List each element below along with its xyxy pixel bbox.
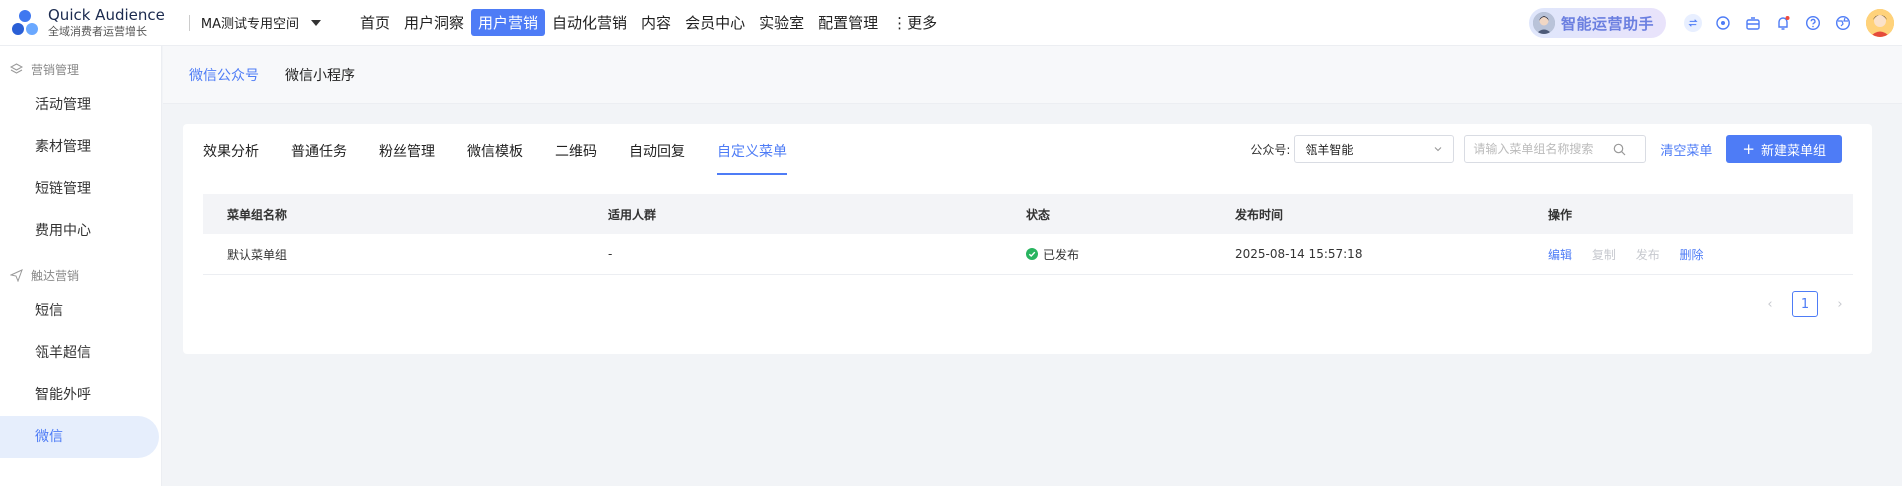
help-icon[interactable]	[1804, 14, 1822, 32]
page-number[interactable]: 1	[1792, 291, 1818, 317]
sidebar-item-wechat[interactable]: 微信	[0, 416, 159, 458]
column-header-publish-time: 发布时间	[1235, 207, 1284, 222]
column-header-name: 菜单组名称	[227, 207, 288, 222]
cell-publish-time: 2025-08-14 15:57:18	[1235, 247, 1363, 261]
nav-item-home[interactable]: 首页	[353, 9, 397, 36]
layers-icon	[10, 62, 23, 74]
column-header-audience: 适用人群	[608, 207, 657, 222]
sidebar-item-sms[interactable]: 短信	[0, 290, 161, 332]
brand-title: Quick Audience	[48, 6, 165, 25]
channel-subtabs: 微信公众号 微信小程序	[163, 46, 1902, 104]
sidebar-item-smart-call[interactable]: 智能外呼	[0, 374, 161, 416]
tab-wechat-templates[interactable]: 微信模板	[467, 141, 523, 175]
caret-down-icon	[310, 19, 321, 26]
nav-item-member-center[interactable]: 会员中心	[678, 9, 752, 36]
prev-page-icon[interactable]: ‹	[1758, 297, 1782, 312]
tab-normal-tasks[interactable]: 普通任务	[291, 141, 347, 175]
sidebar-group-label: 触达营销	[31, 268, 80, 283]
tab-effect-analysis[interactable]: 效果分析	[203, 141, 259, 175]
delete-action[interactable]: 删除	[1680, 248, 1704, 262]
new-menu-group-button[interactable]: + 新建菜单组	[1726, 135, 1842, 163]
pagination: ‹ 1 ›	[1758, 291, 1852, 317]
brand-logo[interactable]: Quick Audience 全域消费者运营增长	[10, 7, 165, 38]
check-circle-icon	[1026, 248, 1038, 260]
cell-status: 已发布	[1026, 246, 1235, 263]
sidebar-item-super-message[interactable]: 瓴羊超信	[0, 332, 161, 374]
search-input[interactable]	[1473, 142, 1614, 156]
search-icon[interactable]	[1613, 143, 1626, 156]
tab-auto-reply[interactable]: 自动回复	[629, 141, 685, 175]
account-label: 公众号:	[1250, 142, 1291, 157]
clear-menu-link[interactable]: 清空菜单	[1660, 140, 1712, 159]
switch-icon[interactable]	[1684, 14, 1702, 32]
sidebar-group-label: 营销管理	[31, 62, 80, 77]
quick-audience-logo-icon	[10, 8, 40, 38]
feature-tabs: 效果分析 普通任务 粉丝管理 微信模板 二维码 自动回复 自定义菜单	[203, 141, 819, 175]
toolbar: 公众号: 瓴羊智能 清空菜单 + 新建菜单组	[1250, 135, 1842, 163]
nav-item-content[interactable]: 内容	[634, 9, 678, 36]
cell-name: 默认菜单组	[227, 247, 288, 262]
sidebar-item-materials[interactable]: 素材管理	[0, 126, 161, 168]
assistant-avatar	[1532, 12, 1555, 34]
send-icon	[10, 268, 23, 282]
nav-item-config[interactable]: 配置管理	[811, 9, 885, 36]
nav-item-user-marketing[interactable]: 用户营销	[471, 9, 546, 36]
table-row: 默认菜单组 - 已发布 2025-08-14 15:57:18 编辑 复制 发布…	[203, 234, 1853, 275]
nav-item-user-insight[interactable]: 用户洞察	[397, 9, 471, 36]
tab-fans-management[interactable]: 粉丝管理	[379, 141, 435, 175]
settings-icon[interactable]	[1714, 14, 1732, 32]
search-box	[1464, 135, 1647, 163]
ai-assistant-button[interactable]: 智能运营助手	[1528, 8, 1666, 38]
sidebar-item-cost-center[interactable]: 费用中心	[0, 210, 161, 252]
top-bar: Quick Audience 全域消费者运营增长 MA测试专用空间 首页 用户洞…	[0, 0, 1902, 46]
next-page-icon[interactable]: ›	[1828, 297, 1852, 312]
account-select-value: 瓴羊智能	[1305, 142, 1354, 157]
content-card: 效果分析 普通任务 粉丝管理 微信模板 二维码 自动回复 自定义菜单 公众号: …	[183, 124, 1872, 354]
nav-item-automation[interactable]: 自动化营销	[545, 9, 634, 36]
subtab-wechat-official-account[interactable]: 微信公众号	[189, 65, 259, 85]
brand-subtitle: 全域消费者运营增长	[48, 24, 147, 38]
cell-audience: -	[608, 247, 613, 261]
cell-actions: 编辑 复制 发布 删除	[1548, 246, 1853, 263]
workspace-selector[interactable]: MA测试专用空间	[201, 13, 321, 32]
nav-item-lab[interactable]: 实验室	[752, 9, 811, 36]
menu-group-table: 菜单组名称 适用人群 状态 发布时间 操作 默认菜单组 - 已发布 2025-0…	[203, 194, 1853, 275]
main-nav: 首页 用户洞察 用户营销 自动化营销 内容 会员中心 实验室 配置管理 ⋮更多	[353, 9, 944, 36]
publish-action[interactable]: 发布	[1636, 248, 1660, 262]
gift-icon[interactable]	[1744, 14, 1762, 32]
account-select[interactable]: 瓴羊智能	[1294, 135, 1455, 163]
globe-icon[interactable]	[1834, 14, 1852, 32]
tab-custom-menu[interactable]: 自定义菜单	[717, 141, 787, 175]
plus-icon: +	[1742, 140, 1755, 158]
sidebar: 营销管理 活动管理 素材管理 短链管理 费用中心 触达营销 短信 瓴羊超信 智能…	[0, 46, 162, 486]
status-text: 已发布	[1043, 247, 1080, 262]
table-header: 菜单组名称 适用人群 状态 发布时间 操作	[203, 194, 1853, 234]
tab-qr-code[interactable]: 二维码	[555, 141, 597, 175]
nav-item-more[interactable]: ⋮更多	[885, 9, 944, 36]
column-header-actions: 操作	[1548, 207, 1573, 222]
new-menu-group-label: 新建菜单组	[1760, 143, 1826, 159]
user-avatar[interactable]	[1866, 9, 1894, 37]
sidebar-item-short-links[interactable]: 短链管理	[0, 168, 161, 210]
bell-icon[interactable]	[1774, 14, 1792, 32]
sidebar-group-marketing-management: 营销管理	[0, 54, 161, 84]
workspace-name: MA测试专用空间	[200, 17, 299, 32]
sidebar-group-reach-marketing: 触达营销	[0, 260, 161, 290]
copy-action[interactable]: 复制	[1592, 248, 1616, 262]
chevron-down-icon	[1435, 147, 1442, 152]
sidebar-item-campaigns[interactable]: 活动管理	[0, 84, 161, 126]
edit-action[interactable]: 编辑	[1548, 248, 1572, 262]
divider	[188, 14, 190, 31]
column-header-status: 状态	[1026, 207, 1051, 222]
subtab-wechat-mini-program[interactable]: 微信小程序	[285, 65, 355, 85]
assistant-label: 智能运营助手	[1560, 14, 1654, 33]
